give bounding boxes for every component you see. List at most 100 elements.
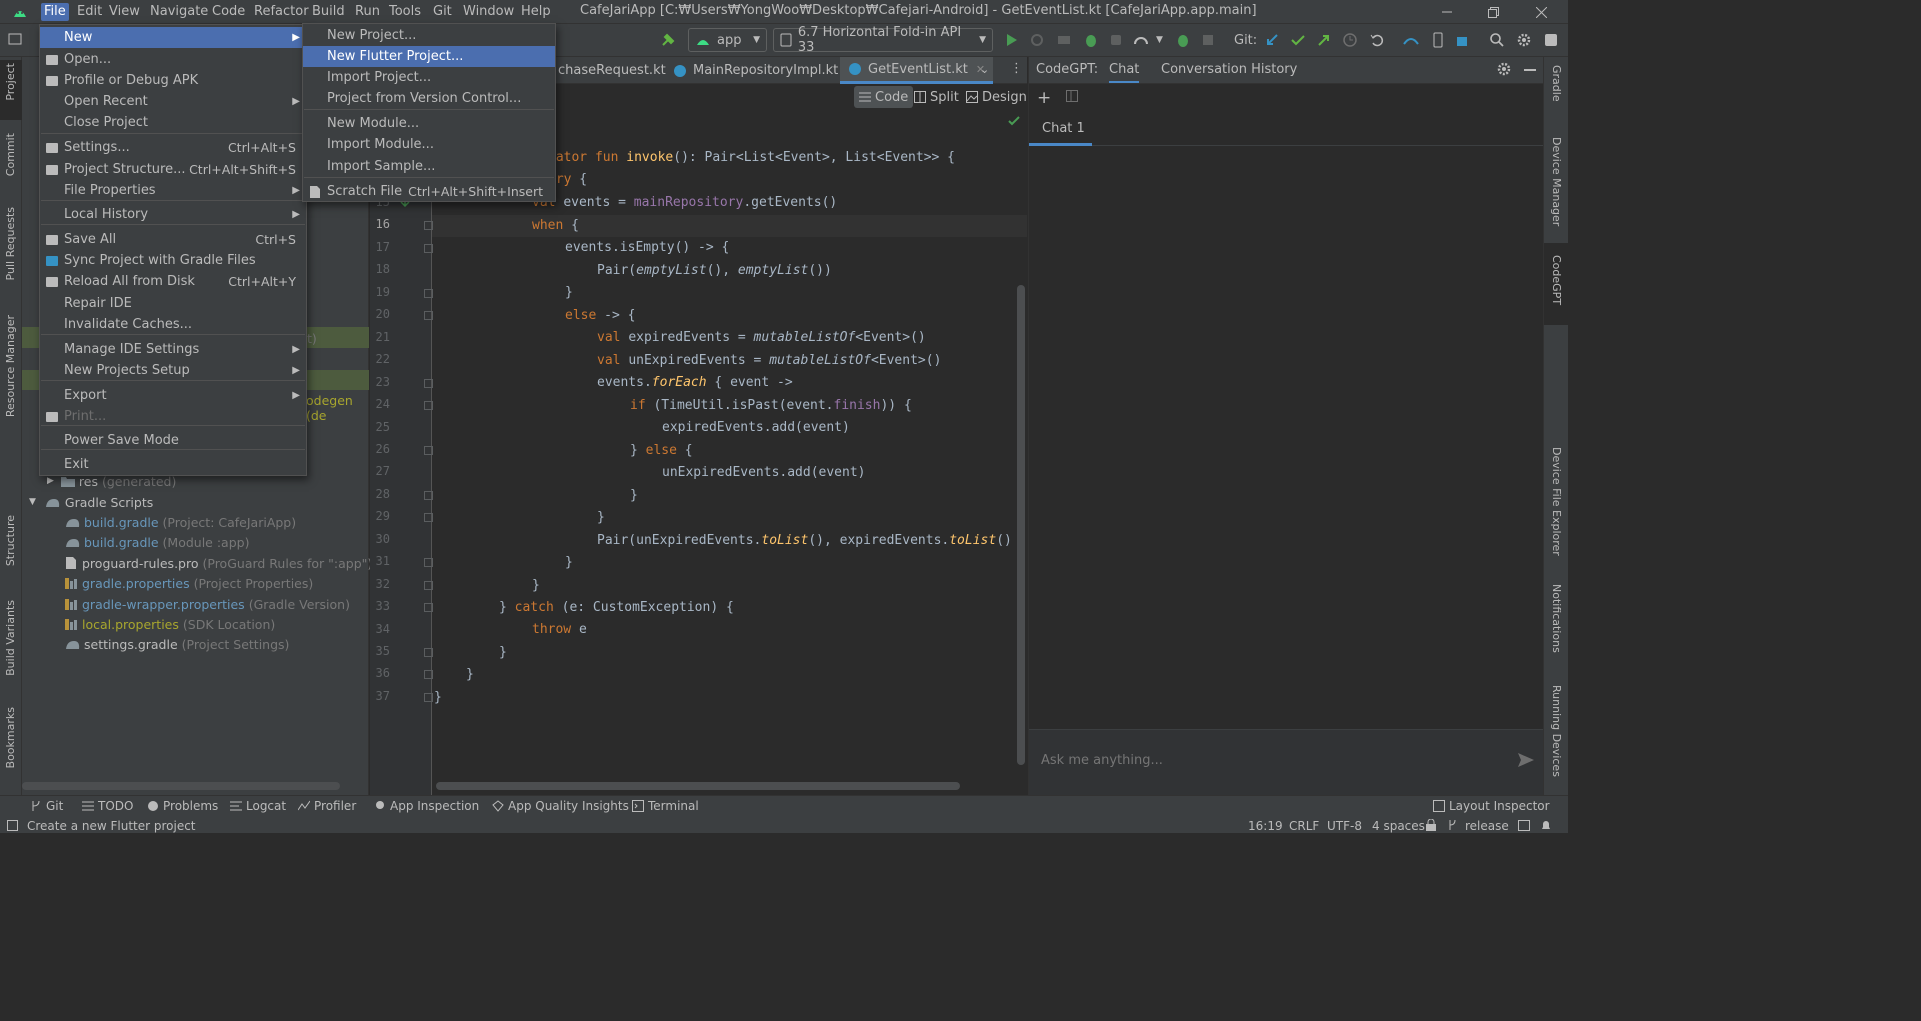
line-number[interactable]: 36 [368, 666, 390, 680]
line-number[interactable]: 19 [368, 285, 390, 299]
fold-marker-icon[interactable] [424, 558, 433, 568]
file-menu-item-exit[interactable]: Exit [40, 454, 306, 475]
line-number[interactable]: 18 [368, 262, 390, 276]
add-chat-icon[interactable]: + [1037, 88, 1051, 108]
tree-item-gradle-file[interactable]: gradle.properties (Project Properties) [64, 573, 313, 593]
chevron-down-icon[interactable]: ▼ [1156, 35, 1163, 45]
stripe-pull-requests[interactable]: Pull Requests [4, 207, 17, 280]
line-number[interactable]: 32 [368, 577, 390, 591]
menu-refactor[interactable]: Refactor [251, 3, 312, 21]
menu-window[interactable]: Window [460, 3, 517, 21]
fold-marker-icon[interactable] [424, 490, 433, 500]
line-number[interactable]: 26 [368, 442, 390, 456]
codegpt-icon[interactable] [1543, 32, 1559, 48]
fold-marker-icon[interactable] [424, 378, 433, 388]
code-line-37[interactable]: } [434, 687, 442, 709]
tab-geteventlist[interactable]: GetEventList.kt ✕ [840, 57, 994, 84]
file-menu-item-local-history[interactable]: Local History ▶ [40, 204, 306, 225]
tool-profiler[interactable]: Profiler [298, 799, 356, 813]
file-menu-item-save-all[interactable]: Save All Ctrl+S [40, 229, 306, 250]
code-line-13[interactable]: rator fun invoke(): Pair<List<Event>, Li… [548, 147, 955, 169]
stripe-device-file-explorer[interactable]: Device File Explorer [1550, 447, 1563, 556]
line-number[interactable]: 20 [368, 307, 390, 321]
close-window-button[interactable] [1518, 0, 1564, 24]
tree-item-gradle-file[interactable]: build.gradle (Module :app) [64, 532, 249, 552]
tool-terminal[interactable]: Terminal [632, 799, 699, 813]
stripe-build-variants[interactable]: Build Variants [4, 600, 17, 676]
tool-layout-inspector[interactable]: Layout Inspector [1433, 799, 1550, 813]
file-menu-item-export[interactable]: Export ▶ [40, 385, 306, 406]
git-push-icon[interactable] [1316, 32, 1332, 48]
code-line-34[interactable]: throw e [532, 619, 587, 641]
tool-app-inspection[interactable]: App Inspection [374, 799, 479, 813]
tab-mainrepositoryimpl[interactable]: MainRepositoryImpl.kt ✕ [665, 57, 864, 84]
fold-marker-icon[interactable] [424, 580, 433, 590]
fold-marker-icon[interactable] [424, 401, 433, 411]
fold-marker-icon[interactable] [424, 648, 433, 657]
layout-icon[interactable] [1066, 90, 1078, 102]
stripe-device-manager[interactable]: Device Manager [1550, 137, 1563, 226]
fold-marker-icon[interactable] [424, 221, 433, 231]
stripe-gradle[interactable]: Gradle [1550, 65, 1563, 102]
git-branch[interactable]: release [1465, 819, 1509, 833]
code-line-26[interactable]: } else { [630, 440, 693, 462]
file-encoding[interactable]: UTF-8 [1327, 819, 1362, 833]
gear-icon[interactable] [1516, 32, 1532, 48]
notifications-icon[interactable] [1540, 820, 1552, 832]
line-number[interactable]: 30 [368, 532, 390, 546]
editor-horizontal-scrollbar[interactable] [436, 782, 960, 790]
stripe-commit[interactable]: Commit [4, 133, 17, 176]
menu-file[interactable]: File [41, 3, 69, 21]
memory-indicator-icon[interactable] [1518, 820, 1530, 831]
file-menu-item-power-save-mode[interactable]: Power Save Mode [40, 430, 306, 451]
new-menu-item-new-flutter-project[interactable]: New Flutter Project... [303, 46, 555, 67]
tab-conversation-history[interactable]: Conversation History [1161, 62, 1297, 77]
tree-item-gradle-file[interactable]: local.properties (SDK Location) [64, 614, 275, 634]
device-select[interactable]: 6.7 Horizontal Fold-in API 33 ▼ [773, 25, 993, 55]
new-menu-item-project-from-version-control[interactable]: Project from Version Control... [303, 88, 555, 109]
toggle-tool-windows-icon[interactable] [7, 820, 18, 831]
line-number[interactable]: 28 [368, 487, 390, 501]
history-icon[interactable] [1342, 32, 1358, 48]
code-line-23[interactable]: events.forEach { event -> [597, 372, 793, 394]
sdk-manager-icon[interactable] [1455, 32, 1471, 48]
git-update-icon[interactable] [1264, 32, 1280, 48]
stripe-resource-manager[interactable]: Resource Manager [4, 315, 17, 417]
line-number[interactable]: 27 [368, 464, 390, 478]
tabs-dropdown-chevron-icon[interactable]: ⌄ [980, 63, 989, 76]
new-menu-item-import-module[interactable]: Import Module... [303, 134, 555, 155]
tab-chat[interactable]: Chat [1109, 62, 1140, 83]
file-menu-item-profile-or-debug-apk[interactable]: Profile or Debug APK [40, 70, 306, 91]
stripe-project[interactable]: Project [4, 63, 17, 101]
sync-gradle-icon[interactable] [1402, 32, 1419, 48]
menu-run[interactable]: Run [352, 3, 383, 21]
tree-item-gradle-file[interactable]: settings.gradle (Project Settings) [64, 634, 289, 654]
no-problems-check-icon[interactable] [1008, 116, 1020, 126]
rollback-icon[interactable] [1369, 32, 1385, 48]
lock-icon[interactable] [1425, 819, 1437, 831]
stripe-codegpt[interactable]: CodeGPT [1550, 255, 1563, 305]
code-line-33[interactable]: } catch (e: CustomException) { [499, 597, 734, 619]
caret-position[interactable]: 16:19 [1248, 819, 1283, 833]
menu-navigate[interactable]: Navigate [147, 3, 211, 21]
chat-input[interactable] [1041, 748, 1481, 772]
stripe-running-devices[interactable]: Running Devices [1550, 685, 1563, 777]
attach-debugger-icon[interactable] [1175, 32, 1191, 48]
file-menu-item-reload-all-from-disk[interactable]: Reload All from Disk Ctrl+Alt+Y [40, 271, 306, 292]
file-menu-item-invalidate-caches[interactable]: Invalidate Caches... [40, 314, 306, 335]
rerun-icon[interactable] [1029, 32, 1045, 48]
code-line-27[interactable]: unExpiredEvents.add(event) [662, 462, 866, 484]
tool-todo[interactable]: TODO [82, 799, 133, 813]
file-menu-item-new[interactable]: New ▶ [40, 27, 306, 48]
line-number[interactable]: 34 [368, 622, 390, 636]
menu-help[interactable]: Help [518, 3, 554, 21]
tool-git[interactable]: Git [30, 799, 63, 813]
fold-marker-icon[interactable] [424, 243, 433, 253]
apply-changes-icon[interactable] [1056, 32, 1072, 48]
file-menu-item-repair-ide[interactable]: Repair IDE [40, 293, 306, 314]
project-widget-icon[interactable] [8, 32, 22, 46]
line-separator[interactable]: CRLF [1289, 819, 1319, 833]
line-number[interactable]: 25 [368, 420, 390, 434]
run-config-select[interactable]: app ▼ [688, 28, 767, 52]
new-menu-item-scratch-file[interactable]: Scratch File Ctrl+Alt+Shift+Insert [303, 181, 555, 202]
